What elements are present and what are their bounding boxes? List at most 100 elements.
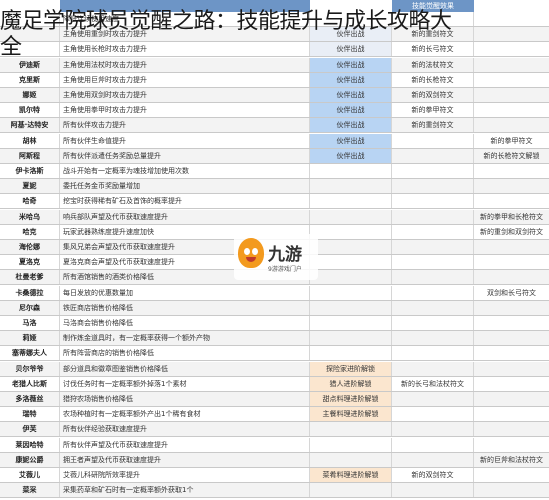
cell-name: 老猎人比斯 <box>0 376 60 391</box>
table-row: 马洛 马洛商会销售价格降低 <box>0 316 549 331</box>
table-row: 阿斯程 所有伙伴派遣任务奖励总量提升 伙伴出战 新的长枪符文解锁 <box>0 148 549 164</box>
cell-c2: 伙伴出战 <box>310 72 392 87</box>
cell-c3 <box>392 194 474 209</box>
cell-desc: 主角使用拳甲时攻击力提升 <box>60 103 310 118</box>
cell-c4: 新的拳甲和长枪符文 <box>480 212 543 221</box>
cell-c4 <box>474 422 549 436</box>
cell-c3 <box>392 255 474 270</box>
table-row: 尼尔森 铁匠商店销售价格降低 <box>0 300 549 316</box>
cell-c2 <box>310 194 392 209</box>
cell-desc: 主角使用双剑时攻击力提升 <box>60 88 310 102</box>
cell-c4 <box>474 118 549 132</box>
cell-c2: 伙伴出战 <box>310 148 392 163</box>
cell-c2: 甜点料理进阶解锁 <box>310 392 392 406</box>
table-row: 凯尔特 主角使用拳甲时攻击力提升 伙伴出战 新的拳甲符文 <box>0 103 549 119</box>
cell-c3: 新的重剑符文 <box>392 118 474 133</box>
cell-name: 娜姬 <box>0 88 60 102</box>
table-row: 阿基·达特安 所有伙伴攻击力提升 伙伴出战 新的重剑符文 <box>0 118 549 134</box>
cell-c2: 探险家进阶解锁 <box>310 361 392 376</box>
cell-c3 <box>392 133 474 148</box>
cell-c2 <box>310 270 392 285</box>
cell-desc: 采集药草和矿石时有一定概率额外获取1个 <box>60 483 310 498</box>
cell-c4 <box>474 103 549 117</box>
cell-c4 <box>474 438 549 452</box>
cell-c3 <box>392 316 474 330</box>
cell-desc: 所有伙伴攻击力提升 <box>60 118 310 133</box>
cell-c3 <box>392 300 474 315</box>
cell-c2 <box>310 422 392 437</box>
cell-c4 <box>474 301 549 315</box>
cell-c2 <box>310 483 392 498</box>
cell-c3 <box>392 361 474 376</box>
cell-name: 夏妮 <box>0 179 60 194</box>
cell-desc: 所有阵营商店的销售价格降低 <box>60 346 310 361</box>
table-row: 莉娅 制作炼金道具时，有一定概率获得一个额外产物 <box>0 331 549 347</box>
cell-c4 <box>474 88 549 102</box>
cell-name: 伊芙 <box>0 422 60 437</box>
cell-name: 哈克 <box>0 224 60 239</box>
cell-name: 卡桑德拉 <box>0 285 60 300</box>
cell-c4 <box>474 346 549 360</box>
cell-desc: 部分道具和徽章图鉴销售价格降低 <box>60 361 310 376</box>
cell-c3 <box>392 331 474 346</box>
cell-c4 <box>474 316 549 330</box>
cell-name: 康妮公爵 <box>0 452 60 467</box>
table-row: 卡桑德拉 每日发放的优惠数量加 双剑和长弓符文 <box>0 285 549 301</box>
cell-desc: 马洛商会销售价格降低 <box>60 316 310 330</box>
table-row: 克里斯 主角使用巨斧时攻击力提升 伙伴出战 新的长枪符文 <box>0 72 549 88</box>
cell-c4 <box>474 194 549 208</box>
cell-name: 克里斯 <box>0 72 60 87</box>
cell-c2 <box>310 255 392 270</box>
cell-name: 杜曼老爹 <box>0 270 60 285</box>
cell-c2 <box>310 316 392 330</box>
cell-name: 哈奇 <box>0 194 60 209</box>
cell-c3 <box>392 392 474 406</box>
cell-desc: 所有伙伴声望及代币获取速度提升 <box>60 437 310 452</box>
cell-c2 <box>310 346 392 361</box>
cell-c4: 新的长枪符文解锁 <box>483 151 540 160</box>
table-row: 贝尔爷爷 部分道具和徽章图鉴销售价格降低 探险家进阶解锁 <box>0 361 549 377</box>
cell-name: 伊卡洛斯 <box>0 164 60 178</box>
cell-c3 <box>392 148 474 163</box>
cell-name: 莉娅 <box>0 331 60 346</box>
cell-desc: 所有伙伴生命值提升 <box>60 133 310 148</box>
cell-c4: 新的拳甲符文 <box>490 136 533 145</box>
cell-c3 <box>392 407 474 422</box>
cell-c2 <box>310 331 392 346</box>
cell-desc: 响兵部队声望及代币获取速度提升 <box>60 209 310 224</box>
title-line-2: 全 <box>0 35 22 60</box>
table-row: 菜采 采集药草和矿石时有一定概率额外获取1个 <box>0 483 549 499</box>
cell-c2 <box>310 285 392 300</box>
cell-desc: 所有伙伴经验获取速度提升 <box>60 422 310 437</box>
cell-name: 莱因哈特 <box>0 437 60 452</box>
cell-desc: 讨伐任务时有一定概率额外掉落1个素材 <box>60 376 310 391</box>
table-row: 艾薇儿 艾薇儿科研院所效率提升 菜肴料理进阶解锁 新的双剑符文 <box>0 468 549 483</box>
cell-c4 <box>474 392 549 406</box>
cell-c2: 菜肴料理进阶解锁 <box>310 468 392 482</box>
cell-desc: 委托任务金币奖励量增加 <box>60 179 310 194</box>
table-row: 伊卡洛斯 战斗开始有一定概率为魂技增加使用次数 <box>0 164 549 179</box>
cell-c3 <box>392 422 474 437</box>
cell-c3 <box>392 270 474 285</box>
cell-name: 塞蒂娜夫人 <box>0 346 60 361</box>
cell-c3 <box>392 452 474 467</box>
cell-c2 <box>310 437 392 452</box>
cell-c4: 新的巨斧和法杖符文 <box>480 455 543 464</box>
cell-c4 <box>474 468 549 482</box>
cell-desc: 农场种植时有一定概率额外产出1个稀有食材 <box>60 407 310 422</box>
page-title: 魔足学院球员觉醒之路：技能提升与成长攻略大 全 <box>0 9 549 61</box>
cell-c3 <box>392 285 474 300</box>
table-row: 多洛薇丝 猎狩农场销售价格降低 甜点料理进阶解锁 <box>0 392 549 407</box>
cell-desc: 艾薇儿科研院所效率提升 <box>60 468 310 482</box>
cell-c2: 伙伴出战 <box>310 103 392 118</box>
cell-c3: 新的双剑符文 <box>392 468 474 482</box>
cell-c2 <box>310 209 392 224</box>
mascot-icon <box>238 238 264 268</box>
cell-desc: 铁匠商店销售价格降低 <box>60 300 310 315</box>
cell-c4 <box>474 483 549 497</box>
table-row: 哈奇 挖宝时获得稀有矿石及首饰的概率提升 <box>0 194 549 210</box>
cell-name: 贝尔爷爷 <box>0 361 60 376</box>
table-row: 瑞特 农场种植时有一定概率额外产出1个稀有食材 主餐料理进阶解锁 <box>0 407 549 423</box>
cell-c3 <box>392 240 474 254</box>
cell-name: 海伦娜 <box>0 240 60 254</box>
